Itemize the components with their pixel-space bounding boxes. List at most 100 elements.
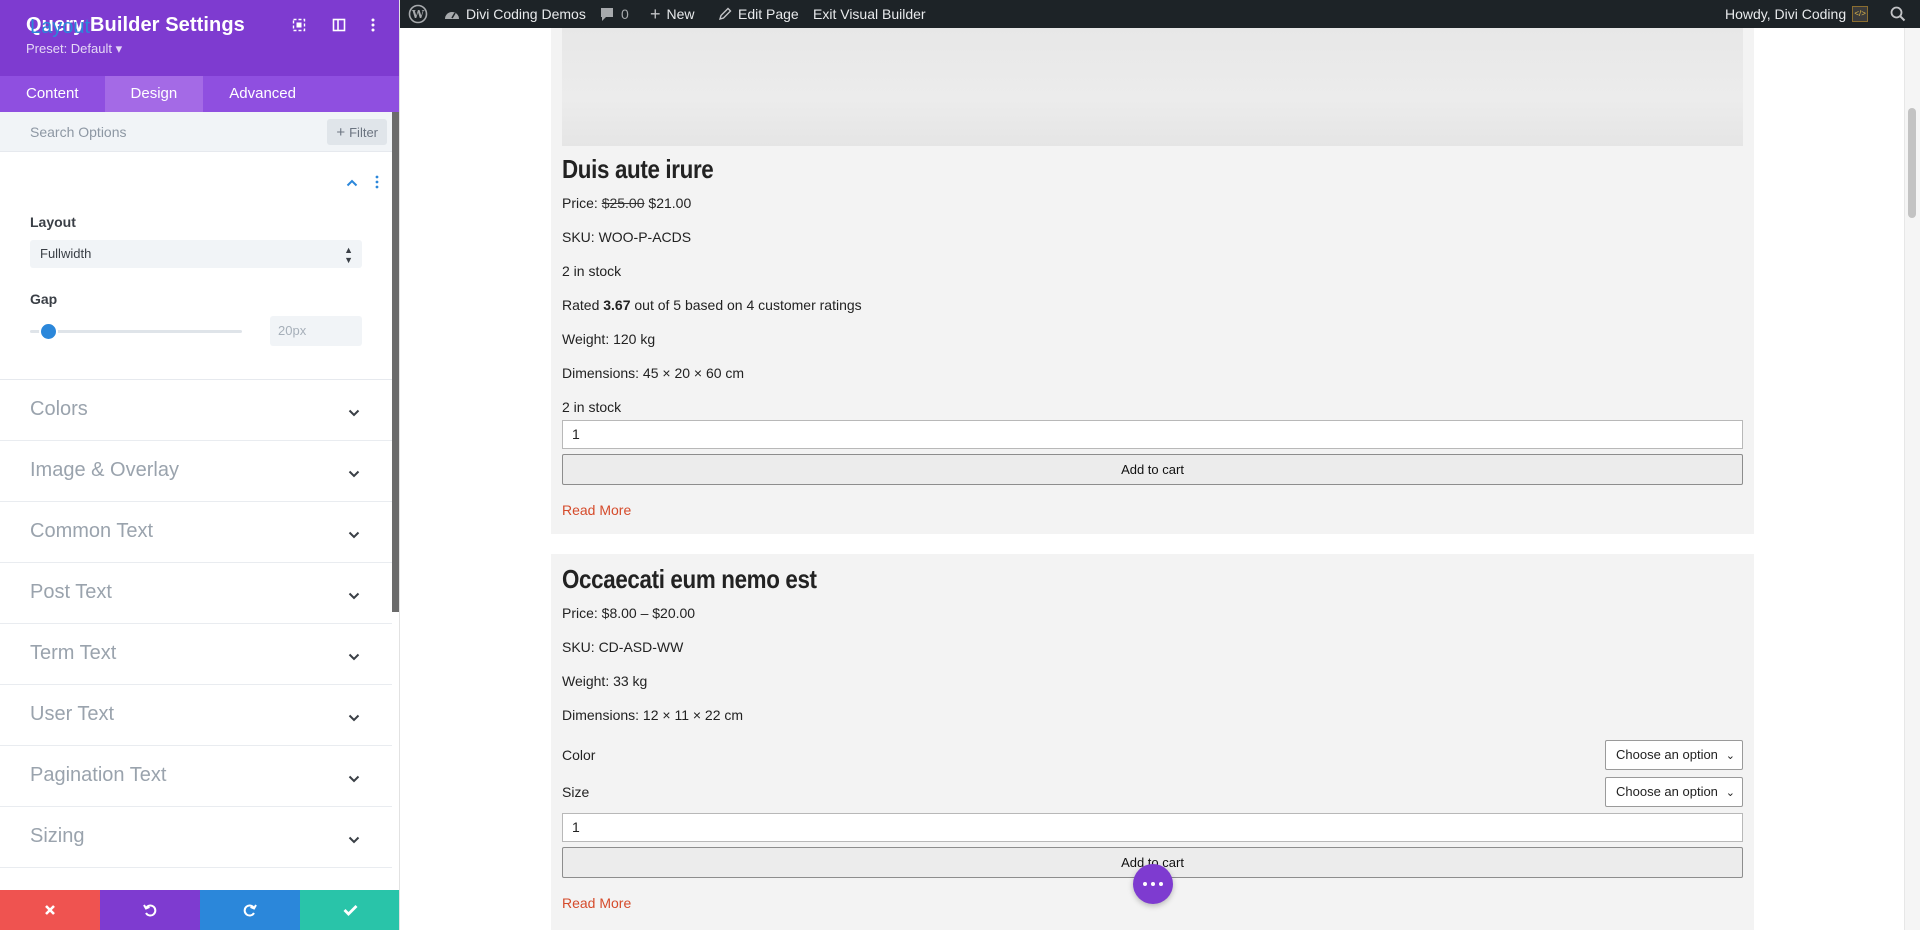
panel-scrollbar[interactable] — [392, 112, 399, 612]
edit-page-label: Edit Page — [738, 6, 799, 22]
chevron-down-icon — [348, 648, 360, 666]
rating-value: 3.67 — [603, 297, 631, 313]
layout-select-value: Fullwidth — [40, 246, 92, 261]
product-weight: Weight: 33 kg — [562, 673, 648, 689]
gap-input[interactable]: 20px — [270, 316, 362, 346]
group-image-overlay[interactable]: Image & Overlay — [0, 441, 392, 502]
price-new: $21.00 — [644, 195, 692, 211]
plus-icon: + — [650, 4, 661, 24]
group-pagination-text[interactable]: Pagination Text — [0, 746, 392, 807]
discard-button[interactable] — [0, 890, 100, 930]
wordpress-logo-icon[interactable]: W — [408, 0, 428, 28]
group-label: Pagination Text — [30, 764, 167, 786]
undo-button[interactable] — [100, 890, 200, 930]
product-dimensions: Dimensions: 12 × 11 × 22 cm — [562, 707, 744, 723]
avatar: </> — [1852, 6, 1869, 22]
select-arrows-icon: ▲ ▼ — [344, 245, 353, 265]
group-colors[interactable]: Colors — [0, 380, 392, 441]
product-stock: 2 in stock — [562, 263, 622, 279]
color-select[interactable]: Choose an option ⌄ — [1605, 740, 1743, 770]
rating-suffix: out of 5 based on 4 customer ratings — [630, 297, 862, 313]
redo-button[interactable] — [200, 890, 300, 930]
layout-label: Layout — [30, 214, 76, 230]
section-menu-icon[interactable] — [375, 175, 379, 194]
group-post-text[interactable]: Post Text — [0, 563, 392, 624]
size-select[interactable]: Choose an option ⌄ — [1605, 777, 1743, 807]
rating-prefix: Rated — [562, 297, 604, 313]
price-prefix: Price: — [562, 195, 602, 211]
chevron-down-icon: ⌄ — [1725, 787, 1735, 799]
read-more-link[interactable]: Read More — [562, 502, 631, 518]
exit-visual-builder-label: Exit Visual Builder — [813, 6, 926, 22]
page-content: Duis aute irure Price: $25.00 $21.00 SKU… — [400, 28, 1904, 930]
site-name-link[interactable]: Divi Coding Demos — [444, 0, 586, 28]
comments-link[interactable]: 0 — [599, 0, 629, 28]
new-label: New — [666, 6, 695, 22]
exit-visual-builder-link[interactable]: Exit Visual Builder — [813, 0, 926, 28]
save-button[interactable] — [300, 890, 399, 930]
expand-icon[interactable] — [288, 14, 310, 36]
layout-select[interactable]: Fullwidth ▲ ▼ — [30, 240, 362, 268]
quantity-input[interactable]: 1 — [562, 420, 1743, 449]
color-label: Color — [562, 747, 596, 763]
pencil-icon — [718, 7, 732, 21]
panel-footer — [0, 890, 399, 930]
page-scrollbar-thumb[interactable] — [1908, 108, 1916, 218]
chevron-down-icon — [348, 770, 360, 788]
product-title[interactable]: Duis aute irure — [562, 154, 714, 185]
howdy-user-menu[interactable]: Howdy, Divi Coding </> — [1725, 0, 1869, 28]
size-select-value: Choose an option — [1616, 784, 1718, 799]
search-options-input[interactable] — [0, 112, 310, 152]
chevron-down-icon — [348, 709, 360, 727]
group-common-text[interactable]: Common Text — [0, 502, 392, 563]
read-more-link[interactable]: Read More — [562, 895, 631, 911]
edit-page-link[interactable]: Edit Page — [718, 0, 799, 28]
filter-label: Filter — [349, 124, 378, 140]
chevron-up-icon[interactable] — [346, 174, 358, 192]
check-icon — [343, 905, 357, 916]
chevron-down-icon — [348, 831, 360, 849]
search-icon[interactable] — [1890, 0, 1906, 28]
quantity-input[interactable]: 1 — [562, 813, 1743, 842]
color-select-value: Choose an option — [1616, 747, 1718, 762]
group-label: Common Text — [30, 520, 154, 542]
price-old: $25.00 — [601, 195, 645, 211]
product-title[interactable]: Occaecati eum nemo est — [562, 564, 817, 595]
filter-button[interactable]: + Filter — [327, 119, 387, 145]
close-icon — [45, 905, 55, 915]
redo-icon — [243, 904, 257, 917]
undo-icon — [143, 904, 157, 917]
tab-design[interactable]: Design — [104, 76, 204, 112]
group-user-text[interactable]: User Text — [0, 685, 392, 746]
gap-slider-thumb[interactable] — [40, 324, 56, 339]
layout-section-title[interactable]: Layout — [30, 16, 90, 39]
columns-icon[interactable] — [328, 14, 350, 36]
chevron-down-icon — [348, 404, 360, 422]
group-term-text[interactable]: Term Text — [0, 624, 392, 685]
add-to-cart-button[interactable]: Add to cart — [562, 454, 1743, 485]
group-sizing[interactable]: Sizing — [0, 807, 392, 868]
more-options-icon[interactable] — [362, 14, 384, 36]
product-rating: Rated 3.67 out of 5 based on 4 customer … — [562, 297, 862, 313]
admin-bar: W Divi Coding Demos 0 + New Edit Page Ex… — [400, 0, 1920, 28]
group-label: Sizing — [30, 825, 85, 847]
gap-slider-track[interactable] — [30, 330, 242, 333]
group-label: Term Text — [30, 642, 117, 664]
gap-label: Gap — [30, 291, 58, 307]
search-row: + Filter — [0, 112, 399, 152]
chevron-down-icon — [348, 465, 360, 483]
dot-icon — [1159, 882, 1163, 886]
new-content-link[interactable]: + New — [650, 0, 695, 28]
group-label: User Text — [30, 703, 115, 725]
tab-content[interactable]: Content — [0, 76, 105, 112]
builder-menu-button[interactable] — [1133, 864, 1173, 904]
group-label: Post Text — [30, 581, 112, 603]
plus-icon: + — [336, 123, 346, 141]
product-dimensions: Dimensions: 45 × 20 × 60 cm — [562, 365, 745, 381]
dot-icon — [1151, 882, 1155, 886]
chevron-down-icon — [348, 587, 360, 605]
size-label: Size — [562, 784, 590, 800]
tab-advanced[interactable]: Advanced — [203, 76, 322, 112]
comment-icon — [601, 7, 613, 21]
preset-dropdown[interactable]: Preset: Default ▾ — [26, 41, 122, 57]
